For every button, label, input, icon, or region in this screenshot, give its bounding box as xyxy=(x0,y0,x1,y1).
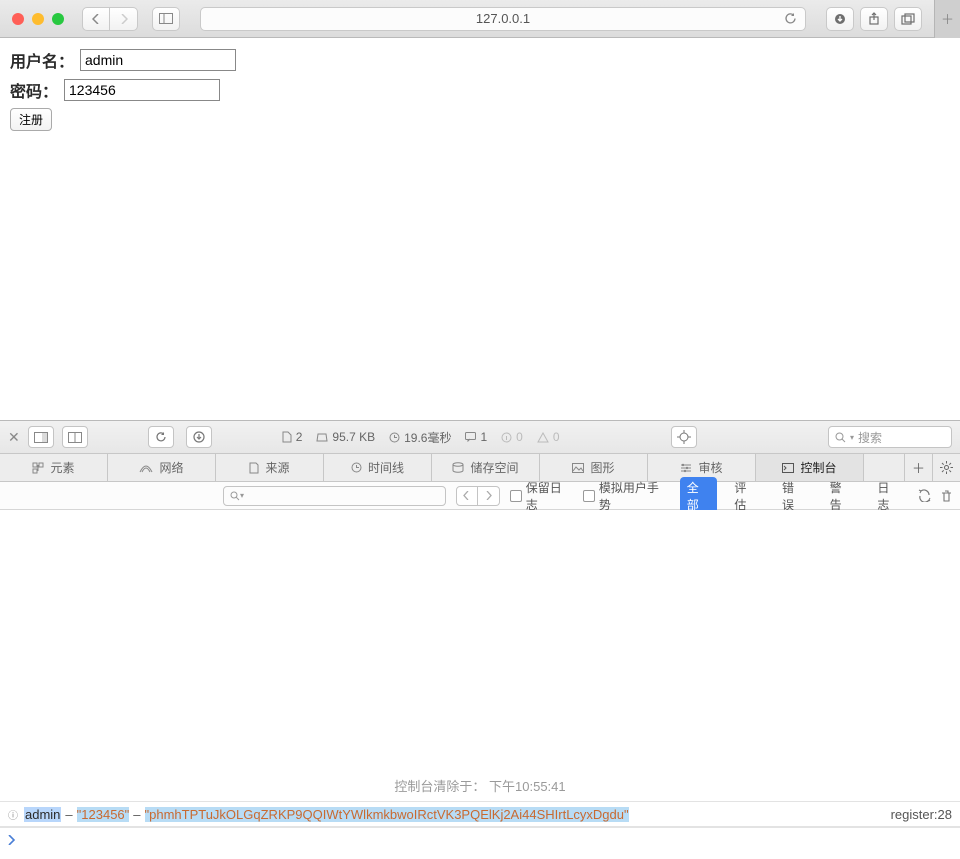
recycle-button[interactable] xyxy=(918,489,931,502)
sources-icon xyxy=(249,462,259,474)
stat-warn: 0 xyxy=(537,430,560,444)
dock-layout-button[interactable] xyxy=(62,426,88,448)
maximize-window-button[interactable] xyxy=(52,13,64,25)
refresh-devtools-button[interactable] xyxy=(148,426,174,448)
stat-documents: 2 xyxy=(282,430,303,444)
log-value-3: "phmhTPTuJkOLGqZRKP9QQIWtYWlkmkbwoIRctVK… xyxy=(145,807,629,822)
page-body: 用户名： 密码： 注册 xyxy=(0,38,960,420)
trash-icon xyxy=(941,490,952,502)
tab-graphics[interactable]: 图形 xyxy=(540,454,648,481)
stat-info: 0 xyxy=(501,430,523,444)
reload-icon[interactable] xyxy=(784,12,797,25)
tab-storage[interactable]: 储存空间 xyxy=(432,454,540,481)
audit-icon xyxy=(680,463,692,473)
document-icon xyxy=(282,431,292,443)
close-window-button[interactable] xyxy=(12,13,24,25)
sidebar-toggle-button[interactable] xyxy=(152,7,180,31)
element-picker-button[interactable] xyxy=(671,426,697,448)
network-icon xyxy=(139,463,153,473)
tab-network[interactable]: 网络 xyxy=(108,454,216,481)
new-tab-button[interactable]: ＋ xyxy=(934,0,960,38)
log-value-1: admin xyxy=(24,807,61,822)
search-placeholder: 搜索 xyxy=(858,429,882,446)
weight-icon xyxy=(316,432,328,442)
chat-icon xyxy=(465,432,476,442)
simulate-gesture-checkbox[interactable]: 模拟用户手势 xyxy=(583,479,670,513)
timeline-icon xyxy=(351,462,362,473)
log-source[interactable]: register:28 xyxy=(891,807,952,822)
filter-log[interactable]: 日志 xyxy=(870,477,908,515)
gear-icon xyxy=(940,461,953,474)
address-bar-text: 127.0.0.1 xyxy=(476,11,530,26)
minimize-window-button[interactable] xyxy=(32,13,44,25)
console-prev-button[interactable] xyxy=(456,486,478,506)
toolbar-right xyxy=(826,7,922,31)
console-output: 控制台清除于： 下午10:55:41 xyxy=(0,510,960,801)
recycle-icon xyxy=(918,489,931,502)
console-filter-bar: ▾ 保留日志 模拟用户手势 全部 评估 错误 警告 日志 xyxy=(0,482,960,510)
preserve-log-checkbox[interactable]: 保留日志 xyxy=(510,479,573,513)
warning-icon xyxy=(537,432,549,443)
console-icon xyxy=(782,463,794,473)
dock-side-button[interactable] xyxy=(28,426,54,448)
console-search[interactable]: ▾ xyxy=(223,486,446,506)
address-bar[interactable]: 127.0.0.1 xyxy=(200,7,806,31)
password-input[interactable] xyxy=(64,79,220,101)
elements-icon xyxy=(32,462,44,474)
download-devtools-button[interactable] xyxy=(186,426,212,448)
tabs-button[interactable] xyxy=(894,7,922,31)
log-level-icon: ⓘ xyxy=(8,807,18,822)
clock-icon xyxy=(389,432,400,443)
console-next-button[interactable] xyxy=(478,486,500,506)
chevron-right-icon xyxy=(8,835,16,845)
add-tab-button[interactable]: ＋ xyxy=(904,454,932,481)
nav-buttons xyxy=(82,7,138,31)
tab-elements[interactable]: 元素 xyxy=(0,454,108,481)
back-button[interactable] xyxy=(82,7,110,31)
filter-all[interactable]: 全部 xyxy=(680,477,718,515)
devtools-search[interactable]: ▾ 搜索 xyxy=(828,426,952,448)
username-label: 用户名： xyxy=(10,48,74,72)
console-cleared-message: 控制台清除于： 下午10:55:41 xyxy=(0,776,960,795)
clear-console-button[interactable] xyxy=(941,490,952,502)
devtools-tabs: 元素 网络 来源 时间线 储存空间 图形 审核 控制台 ＋ xyxy=(0,454,960,482)
browser-toolbar: 127.0.0.1 ＋ xyxy=(0,0,960,38)
stat-size: 95.7 KB xyxy=(316,430,375,444)
password-label: 密码： xyxy=(10,78,58,102)
stat-messages: 1 xyxy=(465,430,487,444)
storage-icon xyxy=(452,462,464,473)
filter-eval[interactable]: 评估 xyxy=(727,477,765,515)
username-input[interactable] xyxy=(80,49,236,71)
devtools-settings-button[interactable] xyxy=(932,454,960,481)
info-icon xyxy=(501,432,512,443)
register-button[interactable]: 注册 xyxy=(10,108,52,131)
console-nav xyxy=(456,486,500,506)
window-controls xyxy=(8,13,68,25)
downloads-button[interactable] xyxy=(826,7,854,31)
search-icon xyxy=(835,432,846,443)
log-value-2: "123456" xyxy=(77,807,130,822)
tab-timeline[interactable]: 时间线 xyxy=(324,454,432,481)
console-prompt[interactable] xyxy=(0,827,960,851)
search-icon xyxy=(230,491,240,501)
image-icon xyxy=(572,463,584,473)
tab-sources[interactable]: 来源 xyxy=(216,454,324,481)
filter-warn[interactable]: 警告 xyxy=(823,477,861,515)
console-log-line[interactable]: ⓘ admin – "123456" – "phmhTPTuJkOLGqZRKP… xyxy=(0,801,960,827)
stat-time: 19.6毫秒 xyxy=(389,429,451,446)
share-button[interactable] xyxy=(860,7,888,31)
filter-error[interactable]: 错误 xyxy=(775,477,813,515)
devtools-header: ✕ 2 95.7 KB 19.6毫秒 1 xyxy=(0,420,960,454)
forward-button[interactable] xyxy=(110,7,138,31)
close-devtools-button[interactable]: ✕ xyxy=(8,429,20,446)
